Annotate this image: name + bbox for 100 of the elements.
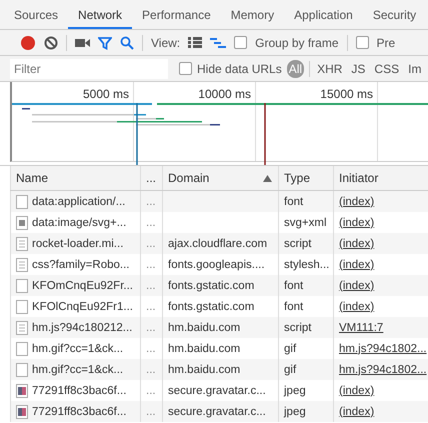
tab[interactable]: Security xyxy=(362,0,426,29)
load-event-line xyxy=(264,103,266,165)
picture-file-icon xyxy=(16,384,28,398)
type-text: font xyxy=(284,196,304,208)
type-filter[interactable]: JS xyxy=(349,60,368,78)
file-name[interactable]: css?family=Robo... xyxy=(32,258,130,270)
domain-text: fonts.gstatic.com xyxy=(168,300,254,312)
list-icon[interactable] xyxy=(188,37,202,48)
ellipsis-text: ... xyxy=(146,342,156,354)
ellipsis-text: ... xyxy=(146,384,156,396)
column-header[interactable]: ... xyxy=(140,166,162,190)
image-file-icon xyxy=(16,216,28,230)
domain-text: fonts.googleapis.... xyxy=(168,258,265,270)
ellipsis-text: ... xyxy=(146,258,156,270)
type-text: font xyxy=(284,300,304,312)
tab[interactable]: Application xyxy=(284,0,363,29)
waterfall-icon[interactable] xyxy=(210,38,226,48)
initiator-link[interactable]: hm.js?94c1802... xyxy=(339,342,427,354)
type-text: jpeg xyxy=(284,406,306,418)
dom-content-loaded-line xyxy=(136,103,138,165)
initiator-link[interactable]: (index) xyxy=(339,384,374,396)
checkbox-label: Hide data URLs xyxy=(197,62,282,76)
ellipsis-text: ... xyxy=(146,238,156,250)
column-header[interactable]: Domain xyxy=(162,166,278,190)
ellipsis-text: ... xyxy=(146,406,156,418)
video-camera-icon[interactable] xyxy=(75,38,90,48)
tab[interactable]: Performance xyxy=(132,0,221,29)
initiator-link[interactable]: hm.js?94c1802... xyxy=(339,364,427,376)
type-text: svg+xml xyxy=(284,216,326,228)
blank-file-icon xyxy=(16,342,28,356)
table-row[interactable]: rocket-loader.mi... ... ajax.cloudflare.com script (index) xyxy=(10,233,428,254)
table-row[interactable]: hm.js?94c180212... ... hm.baidu.com script VM111:7 xyxy=(10,317,428,338)
file-name[interactable]: hm.js?94c180212... xyxy=(32,322,132,334)
view-label: View: xyxy=(151,36,180,50)
domain-text: hm.baidu.com xyxy=(168,342,240,354)
ellipsis-text: ... xyxy=(146,322,156,334)
type-text: script xyxy=(284,322,312,334)
text-file-icon xyxy=(16,320,28,334)
type-text: jpeg xyxy=(284,384,306,396)
timeline-overview[interactable]: 5000 ms 10000 ms 15000 ms xyxy=(10,82,428,162)
domain-text: hm.baidu.com xyxy=(168,364,240,376)
picture-file-icon xyxy=(16,404,28,418)
file-name[interactable]: KFOmCnqEu92Fr... xyxy=(32,280,133,292)
initiator-link[interactable]: (index) xyxy=(339,300,374,312)
initiator-link[interactable]: (index) xyxy=(339,238,374,250)
domain-text: secure.gravatar.c... xyxy=(168,406,266,418)
domain-text: ajax.cloudflare.com xyxy=(168,238,268,250)
type-filter[interactable]: Im xyxy=(406,60,424,78)
initiator-link[interactable]: (index) xyxy=(339,196,374,208)
checkbox-label: Pre xyxy=(376,36,396,50)
column-header[interactable]: Name xyxy=(10,166,140,190)
tick-label: 15000 ms xyxy=(320,87,373,101)
column-header[interactable]: Type xyxy=(278,166,333,190)
blank-file-icon xyxy=(16,362,28,376)
file-name[interactable]: data:image/svg+... xyxy=(32,216,126,228)
tab[interactable]: Sources xyxy=(4,0,68,29)
search-icon[interactable] xyxy=(120,36,134,50)
type-text: stylesh... xyxy=(284,258,330,270)
blank-file-icon xyxy=(16,194,28,208)
checkbox[interactable] xyxy=(356,36,369,49)
domain-text: hm.baidu.com xyxy=(168,322,240,334)
filter-icon[interactable] xyxy=(98,36,112,50)
file-name[interactable]: KFOlCnqEu92Fr1... xyxy=(32,300,133,312)
record-button[interactable] xyxy=(20,34,36,50)
file-name[interactable]: 77291ff8c3bac6f... xyxy=(32,406,126,418)
table-row[interactable]: 77291ff8c3bac6f... ... secure.gravatar.c... jpeg (index) xyxy=(10,401,428,422)
initiator-link[interactable]: (index) xyxy=(339,406,374,418)
file-name[interactable]: 77291ff8c3bac6f... xyxy=(32,384,126,396)
table-row[interactable]: hm.gif?cc=1&ck... ... hm.baidu.com gif hm.js?94c1802... xyxy=(10,359,428,380)
type-text: font xyxy=(284,280,304,292)
clear-icon[interactable] xyxy=(44,36,58,50)
initiator-link[interactable]: (index) xyxy=(339,216,374,228)
initiator-link[interactable]: (index) xyxy=(339,258,374,270)
initiator-link[interactable]: (index) xyxy=(339,280,374,292)
ellipsis-text: ... xyxy=(146,364,156,376)
type-text: script xyxy=(284,238,312,250)
ellipsis-text: ... xyxy=(146,300,156,312)
file-name[interactable]: data:application/... xyxy=(32,196,126,208)
checkbox[interactable] xyxy=(234,36,248,49)
type-text: gif xyxy=(284,342,296,354)
type-filter[interactable]: CSS xyxy=(372,60,402,78)
file-name[interactable]: hm.gif?cc=1&ck... xyxy=(32,342,124,354)
checkbox-label: Group by frame xyxy=(255,36,339,50)
ellipsis-text: ... xyxy=(146,280,156,292)
file-name[interactable]: hm.gif?cc=1&ck... xyxy=(32,364,124,376)
column-header[interactable]: Initiator xyxy=(333,166,428,190)
table-row[interactable]: data:application/... ... font (index) xyxy=(10,191,428,212)
table-row[interactable]: KFOmCnqEu92Fr... ... fonts.gstatic.com font (index) xyxy=(10,275,428,296)
type-filter[interactable]: XHR xyxy=(315,60,344,78)
type-text: gif xyxy=(284,364,296,376)
filter-field[interactable]: Filter xyxy=(10,58,168,78)
checkbox[interactable] xyxy=(179,62,192,75)
file-name[interactable]: rocket-loader.mi... xyxy=(32,238,124,250)
blank-file-icon xyxy=(16,300,28,314)
initiator-link[interactable]: VM111:7 xyxy=(339,322,384,334)
tab[interactable]: Memory xyxy=(220,0,284,29)
tick-label: 10000 ms xyxy=(198,87,251,101)
tick-label: 5000 ms xyxy=(82,87,129,101)
ellipsis-text: ... xyxy=(146,196,156,208)
domain-text: fonts.gstatic.com xyxy=(168,280,254,292)
